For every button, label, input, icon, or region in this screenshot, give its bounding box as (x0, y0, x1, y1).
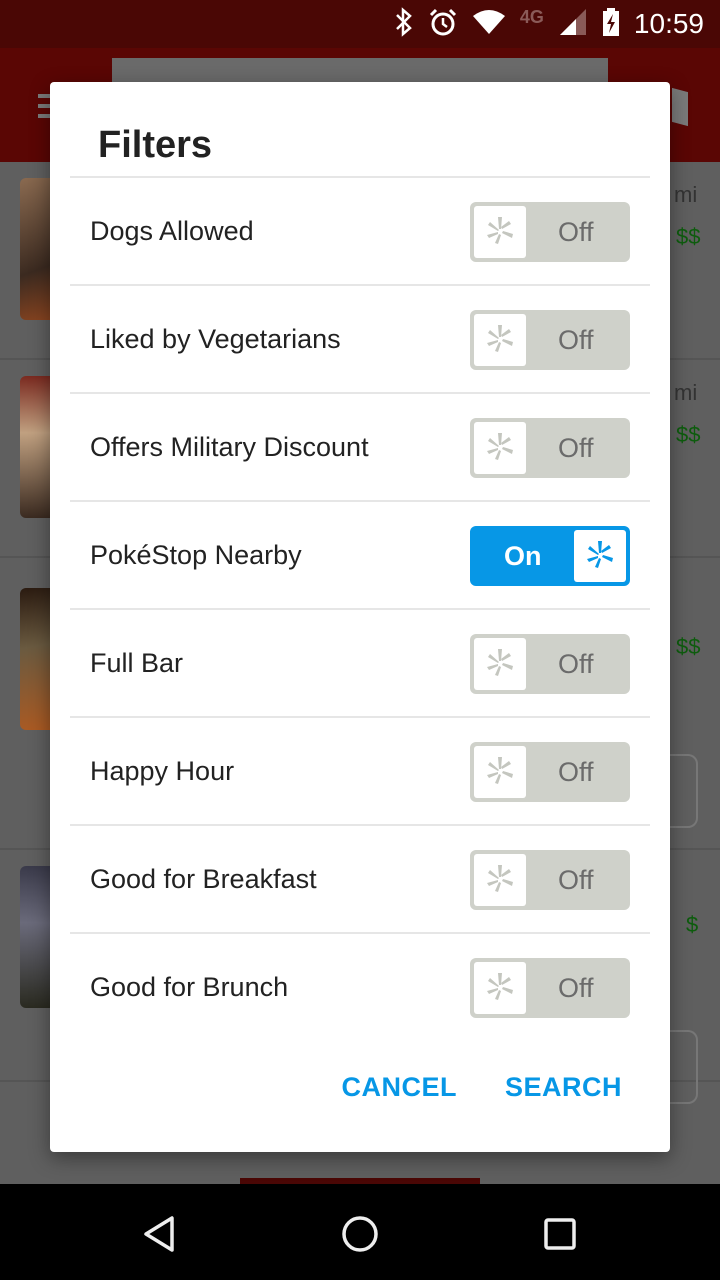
search-button[interactable]: SEARCH (505, 1072, 622, 1103)
yelp-burst-icon (486, 971, 514, 1006)
toggle-state: Off (558, 433, 594, 463)
yelp-burst-icon (486, 431, 514, 466)
filter-label: PokéStop Nearby (90, 540, 302, 570)
toggle-state: Off (558, 757, 594, 787)
filters-dialog: Filters Dogs Allowed Off Liked by Vegeta… (50, 82, 670, 1152)
toggle-knob[interactable] (474, 854, 526, 906)
action-button[interactable] (668, 1030, 698, 1104)
toggle-state: Off (558, 865, 594, 895)
filter-label: Liked by Vegetarians (90, 324, 341, 354)
filter-toggle[interactable]: Off (470, 418, 630, 478)
4g-lte-icon: 4G (519, 6, 544, 27)
status-time: 10:59 (633, 8, 704, 39)
toggle-knob[interactable] (474, 638, 526, 690)
filter-label: Happy Hour (90, 756, 235, 786)
filter-row: Good for Brunch Off (70, 934, 650, 1040)
alarm-icon (428, 7, 458, 42)
dialog-title: Filters (98, 124, 213, 166)
filter-toggle[interactable]: Off (470, 634, 630, 694)
wifi-icon (472, 9, 506, 40)
filter-label: Offers Military Discount (90, 432, 369, 462)
price-text: $$ (676, 634, 701, 659)
yelp-burst-icon (486, 323, 514, 358)
filter-label: Full Bar (90, 648, 184, 678)
filter-toggle[interactable]: Off (470, 958, 630, 1018)
toggle-knob[interactable] (474, 206, 526, 258)
filter-row: Dogs Allowed Off (70, 178, 650, 286)
price-text: $$ (676, 224, 701, 249)
filter-toggle[interactable]: On (470, 526, 630, 586)
distance-text: mi (674, 182, 698, 207)
yelp-burst-icon (486, 755, 514, 790)
map-icon[interactable] (672, 87, 688, 127)
battery-charging-icon (602, 7, 620, 42)
status-bar: 4G 10:59 (0, 0, 720, 48)
filter-list: Dogs Allowed Off Liked by Vegetarians Of… (70, 178, 650, 1040)
cancel-button[interactable]: CANCEL (341, 1072, 457, 1103)
dialog-actions: CANCEL SEARCH (341, 1072, 622, 1103)
toggle-state: Off (558, 217, 594, 247)
filter-label: Good for Brunch (90, 972, 289, 1002)
yelp-burst-icon (586, 539, 614, 574)
filter-toggle[interactable]: Off (470, 850, 630, 910)
toggle-knob[interactable] (574, 530, 626, 582)
recents-button[interactable] (536, 1210, 584, 1258)
filter-toggle[interactable]: Off (470, 202, 630, 262)
distance-text: mi (674, 380, 698, 405)
filter-row: Liked by Vegetarians Off (70, 286, 650, 394)
yelp-burst-icon (486, 215, 514, 250)
recents-icon (544, 1218, 576, 1250)
action-button[interactable] (668, 754, 698, 828)
yelp-burst-icon (486, 647, 514, 682)
toggle-state: On (504, 541, 542, 571)
bluetooth-icon (394, 6, 414, 42)
filter-row: Happy Hour Off (70, 718, 650, 826)
cell-signal-icon (558, 7, 588, 42)
toggle-knob[interactable] (474, 422, 526, 474)
navigation-bar (0, 1184, 720, 1280)
filter-row: Offers Military Discount Off (70, 394, 650, 502)
filter-label: Dogs Allowed (90, 216, 254, 246)
toggle-knob[interactable] (474, 746, 526, 798)
filter-label: Good for Breakfast (90, 864, 317, 894)
toggle-knob[interactable] (474, 962, 526, 1014)
toggle-state: Off (558, 325, 594, 355)
home-icon (342, 1216, 378, 1252)
back-icon (144, 1216, 174, 1252)
filter-toggle[interactable]: Off (470, 310, 630, 370)
price-text: $$ (676, 422, 701, 447)
toggle-state: Off (558, 649, 594, 679)
filter-toggle[interactable]: Off (470, 742, 630, 802)
toggle-state: Off (558, 973, 594, 1003)
yelp-burst-icon (486, 863, 514, 898)
home-button[interactable] (336, 1210, 384, 1258)
toggle-knob[interactable] (474, 314, 526, 366)
filter-row: PokéStop Nearby On (70, 502, 650, 610)
filter-row: Good for Breakfast Off (70, 826, 650, 934)
filter-row: Full Bar Off (70, 610, 650, 718)
price-text: $ (686, 912, 699, 937)
back-button[interactable] (136, 1210, 184, 1258)
